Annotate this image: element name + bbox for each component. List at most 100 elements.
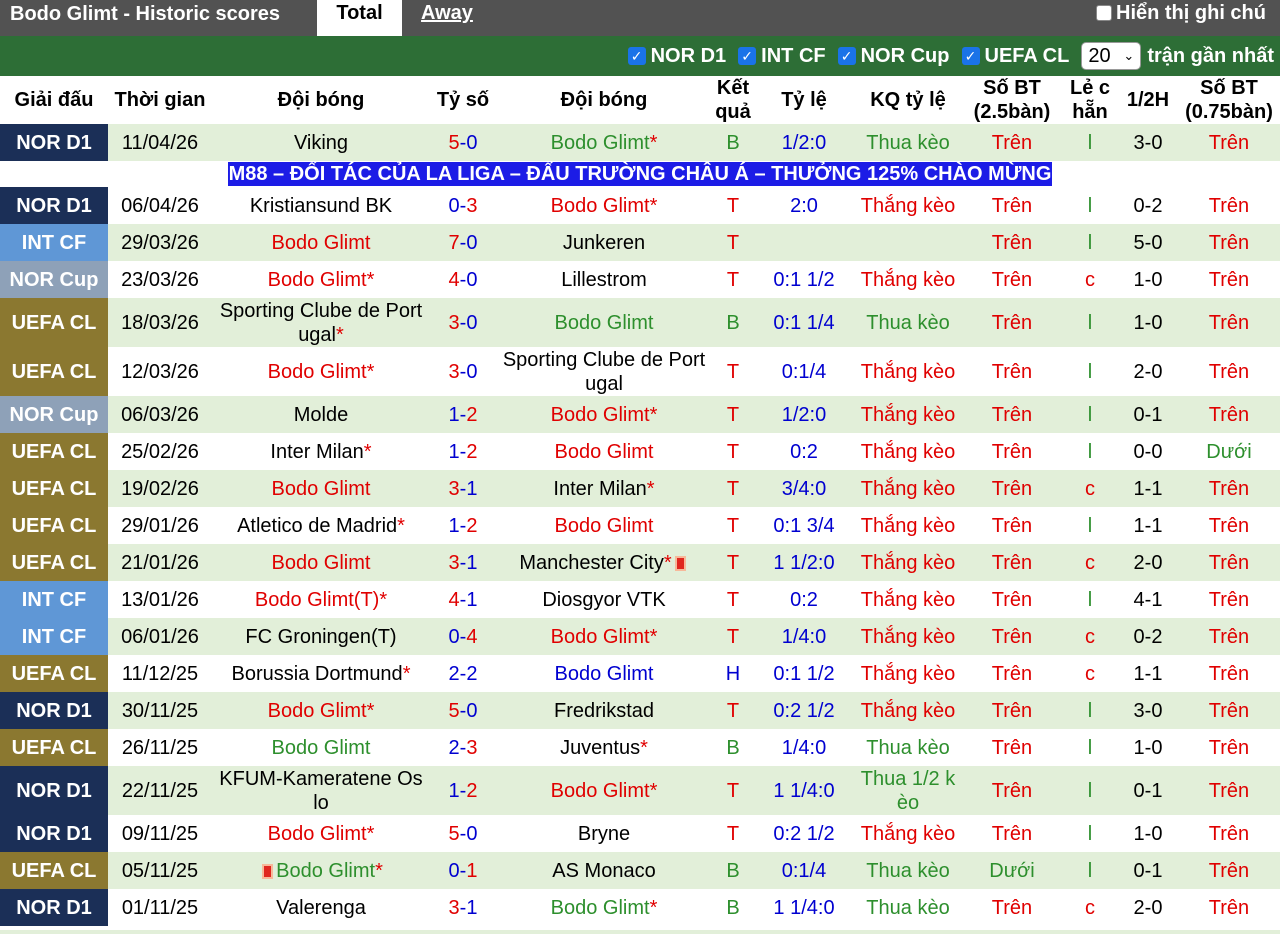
home-team-name[interactable]: Viking <box>294 132 348 154</box>
away-team-name[interactable]: Bodo Glimt <box>551 626 650 648</box>
home-team-name[interactable]: Bodo Glimt(T) <box>255 589 379 611</box>
handicap-result: Thắng kèo <box>854 470 962 507</box>
away-team-name[interactable]: Bodo Glimt <box>555 441 654 463</box>
score-home: 3 <box>448 477 460 500</box>
away-team-name[interactable]: Bodo Glimt <box>551 404 650 426</box>
home-team-name[interactable]: KFUM-Kameratene Os lo <box>219 768 422 814</box>
match-date: 12/03/26 <box>108 347 212 396</box>
over-under-075: Trên <box>1178 852 1280 889</box>
league-badge[interactable]: UEFA CL <box>0 507 108 544</box>
league-badge[interactable]: INT CF <box>0 618 108 655</box>
top-bar: Bodo Glimt - Historic scores Total Away … <box>0 0 1280 36</box>
home-team-name[interactable]: Atletico de Madrid <box>237 515 397 537</box>
table-row: UEFA CL 29/01/26 Atletico de Madrid* 1-2 Bod… <box>0 507 1280 544</box>
home-team-name[interactable]: Inter Milan <box>270 441 363 463</box>
home-team-name[interactable]: Valerenga <box>276 897 366 919</box>
home-team-name[interactable]: Bodo Glimt <box>272 552 371 574</box>
home-team-name[interactable]: Bodo Glimt <box>268 361 367 383</box>
home-team-cell: Bodo Glimt* <box>212 347 430 396</box>
away-team-name[interactable]: Manchester City <box>519 552 664 574</box>
away-team-name[interactable]: Bodo Glimt <box>555 312 654 334</box>
odd-even: l <box>1062 433 1118 470</box>
league-badge[interactable]: NOR D1 <box>0 889 108 926</box>
home-team-name[interactable]: Bodo Glimt <box>272 232 371 254</box>
home-team-name[interactable]: Bodo Glimt <box>276 860 375 882</box>
away-team-name[interactable]: Inter Milan <box>553 478 646 500</box>
away-team-name[interactable]: Bodo Glimt <box>551 132 650 154</box>
score-away: 0 <box>466 699 478 722</box>
handicap-result: Thắng kèo <box>854 618 962 655</box>
home-team-name[interactable]: Molde <box>294 404 348 426</box>
league-badge[interactable]: INT CF <box>0 224 108 261</box>
filter-nor-cup[interactable]: ✓ NOR Cup <box>837 45 950 68</box>
show-notes-checkbox[interactable] <box>1096 5 1112 21</box>
league-badge[interactable]: UEFA CL <box>0 347 108 396</box>
over-under-075: Trên <box>1178 347 1280 396</box>
checkbox-icon[interactable]: ✓ <box>627 47 646 65</box>
away-team-name[interactable]: Bodo Glimt <box>551 780 650 802</box>
league-badge[interactable]: NOR Cup <box>0 396 108 433</box>
away-team-name[interactable]: Bodo Glimt <box>551 195 650 217</box>
checkbox-icon[interactable]: ✓ <box>738 47 757 65</box>
show-notes-toggle[interactable]: Hiển thị ghi chú <box>1096 0 1266 26</box>
match-result: T <box>712 396 754 433</box>
away-team-name[interactable]: Fredrikstad <box>554 700 654 722</box>
ad-banner-link[interactable]: M88 – ĐỐI TÁC CỦA LA LIGA – ĐẤU TRƯỜNG C… <box>227 162 1053 186</box>
odd-even: l <box>1062 729 1118 766</box>
away-team-name[interactable]: Bodo Glimt <box>555 663 654 685</box>
league-badge[interactable]: NOR D1 <box>0 766 108 815</box>
league-badge[interactable]: NOR Cup <box>0 261 108 298</box>
league-badge[interactable]: UEFA CL <box>0 298 108 347</box>
match-count-select[interactable]: 20 ⌄ <box>1081 42 1142 70</box>
match-result: T <box>712 261 754 298</box>
league-badge[interactable]: INT CF <box>0 581 108 618</box>
home-team-name[interactable]: Bodo Glimt <box>268 700 367 722</box>
match-result: T <box>712 815 754 852</box>
favorite-star-icon: * <box>363 440 372 463</box>
half-time-score: 1-1 <box>1118 470 1178 507</box>
away-team-name[interactable]: Diosgyor VTK <box>542 589 665 611</box>
match-date: 18/03/26 <box>108 298 212 347</box>
away-team-name[interactable]: Sporting Clube de Port ugal <box>503 349 705 395</box>
table-header-row: Giải đấu Thời gian Đội bóng Tỷ số Đội bó… <box>0 76 1280 124</box>
over-under-075: Trên <box>1178 618 1280 655</box>
league-badge[interactable]: NOR D1 <box>0 815 108 852</box>
over-under-25: Trên <box>962 655 1062 692</box>
tab-away[interactable]: Away <box>402 0 492 36</box>
tab-total[interactable]: Total <box>317 0 402 36</box>
home-team-name[interactable]: Bodo Glimt <box>272 478 371 500</box>
away-team-name[interactable]: Bodo Glimt <box>555 515 654 537</box>
away-team-name[interactable]: Bryne <box>578 823 630 845</box>
away-team-name[interactable]: Juventus <box>560 737 640 759</box>
league-badge[interactable]: NOR D1 <box>0 187 108 224</box>
home-team-name[interactable]: Bodo Glimt <box>272 737 371 759</box>
league-badge[interactable]: NOR D1 <box>0 124 108 161</box>
home-team-name[interactable]: Sporting Clube de Port ugal <box>220 300 422 346</box>
checkbox-icon[interactable]: ✓ <box>837 47 856 65</box>
over-under-075: Trên <box>1178 396 1280 433</box>
match-result: T <box>712 224 754 261</box>
home-team-name[interactable]: Borussia Dortmund <box>232 663 403 685</box>
away-team-name[interactable]: AS Monaco <box>552 860 655 882</box>
league-badge[interactable]: UEFA CL <box>0 470 108 507</box>
league-badge[interactable]: UEFA CL <box>0 852 108 889</box>
home-team-name[interactable]: Bodo Glimt <box>268 269 367 291</box>
home-team-name[interactable]: Bodo Glimt <box>268 823 367 845</box>
handicap-odds: 1 1/4:0 <box>754 889 854 926</box>
filter-uefa-cl[interactable]: ✓ UEFA CL <box>961 45 1069 68</box>
filter-nor-d1[interactable]: ✓ NOR D1 <box>627 45 726 68</box>
league-badge[interactable]: UEFA CL <box>0 729 108 766</box>
col-header: Đội bóng <box>496 76 712 124</box>
league-badge[interactable]: UEFA CL <box>0 544 108 581</box>
away-team-name[interactable]: Bodo Glimt <box>551 897 650 919</box>
home-team-name[interactable]: FC Groningen(T) <box>245 626 396 648</box>
match-result: B <box>712 889 754 926</box>
away-team-name[interactable]: Lillestrom <box>561 269 647 291</box>
league-badge[interactable]: UEFA CL <box>0 433 108 470</box>
home-team-name[interactable]: Kristiansund BK <box>250 195 392 217</box>
away-team-name[interactable]: Junkeren <box>563 232 645 254</box>
checkbox-icon[interactable]: ✓ <box>961 47 980 65</box>
league-badge[interactable]: NOR D1 <box>0 692 108 729</box>
filter-int-cf[interactable]: ✓ INT CF <box>738 45 826 68</box>
league-badge[interactable]: UEFA CL <box>0 655 108 692</box>
